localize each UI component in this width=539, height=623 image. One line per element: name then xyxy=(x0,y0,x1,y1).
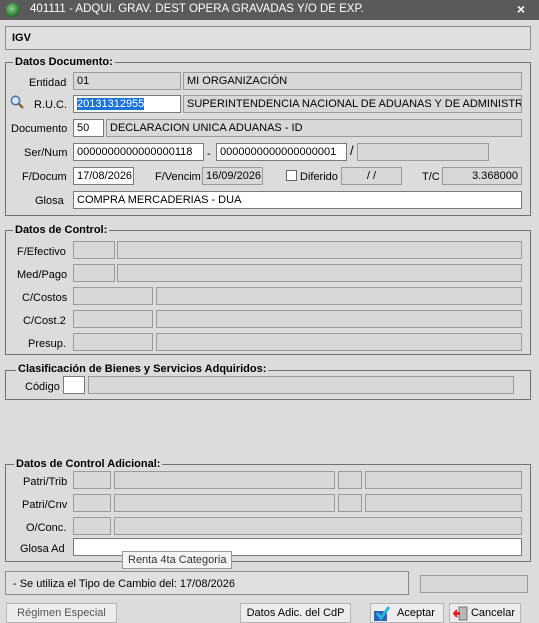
tc-field: 3.368000 xyxy=(442,167,522,185)
cancelar-label: Cancelar xyxy=(470,607,516,619)
entidad-name-field: MI ORGANIZACIÓN xyxy=(183,72,522,90)
glosa-input[interactable]: COMPRA MERCADERIAS - DUA xyxy=(73,191,522,209)
ccostos-desc-field xyxy=(156,287,522,305)
aceptar-label: Aceptar xyxy=(397,607,435,619)
entidad-code-field[interactable]: 01 xyxy=(73,72,181,90)
fefectivo-desc-field xyxy=(117,241,522,259)
aceptar-icon xyxy=(374,606,391,621)
datos-control-title: Datos de Control: xyxy=(13,224,110,237)
aceptar-button[interactable]: Aceptar xyxy=(370,603,444,623)
medpago-code-field[interactable] xyxy=(73,264,115,282)
search-icon[interactable] xyxy=(10,95,24,109)
datos-documento-title: Datos Documento: xyxy=(13,56,115,69)
codigo-label: Código xyxy=(25,381,60,393)
diferido-label: Diferido xyxy=(300,171,338,183)
sernum-slash: / xyxy=(350,143,354,158)
diferido-date-field[interactable]: / / xyxy=(341,167,402,185)
patritrib-code2-field[interactable] xyxy=(338,471,362,489)
regimen-especial-button[interactable]: Régimen Especial xyxy=(6,603,117,623)
glosa-label: Glosa xyxy=(35,195,64,207)
codigo-desc-field xyxy=(88,376,514,394)
documento-code-input[interactable]: 50 xyxy=(73,119,104,137)
title-bar: 401111 - ADQUI. GRAV. DEST OPERA GRAVADA… xyxy=(0,0,539,20)
ccostos-label: C/Costos xyxy=(22,292,68,304)
ccostos-code-field[interactable] xyxy=(73,287,153,305)
ruc-label: R.U.C. xyxy=(34,99,67,111)
diferido-checkbox[interactable] xyxy=(286,170,297,181)
oconc-code-field[interactable] xyxy=(73,517,111,535)
fvencim-label: F/Vencim xyxy=(155,171,201,183)
ruc-value: 20131312955 xyxy=(77,98,145,110)
tc-label: T/C xyxy=(422,171,440,183)
status-box: - Se utiliza el Tipo de Cambio del: 17/0… xyxy=(5,571,409,595)
documento-name-field: DECLARACION UNICA ADUANAS - ID xyxy=(106,119,522,137)
fdocum-label: F/Docum xyxy=(22,171,67,183)
datos-control-adicional-title: Datos de Control Adicional: xyxy=(14,458,163,471)
clasificacion-title: Clasificación de Bienes y Servicios Adqu… xyxy=(16,363,269,376)
ruc-name-field: SUPERINTENDENCIA NACIONAL DE ADUANAS Y D… xyxy=(183,95,522,113)
fdocum-input[interactable]: 17/08/2026 xyxy=(73,167,134,185)
patricnv-desc-field xyxy=(114,494,335,512)
medpago-label: Med/Pago xyxy=(17,269,68,281)
presup-label: Presup. xyxy=(28,338,66,350)
presup-code-field[interactable] xyxy=(73,333,153,351)
datos-adic-cdp-button[interactable]: Datos Adic. del CdP xyxy=(240,603,351,623)
close-icon[interactable]: × xyxy=(517,1,525,17)
status-extra-field xyxy=(420,575,528,593)
numero-input[interactable]: 0000000000000000001 xyxy=(216,143,347,161)
patritrib-label: Patri/Trib xyxy=(23,476,68,488)
cancelar-button[interactable]: Cancelar xyxy=(449,603,521,623)
entidad-label: Entidad xyxy=(29,77,67,89)
app-logo-icon xyxy=(6,3,20,17)
renta-tooltip: Renta 4ta Categoria xyxy=(122,551,233,569)
medpago-desc-field xyxy=(117,264,522,282)
fvencim-field[interactable]: 16/09/2026 xyxy=(202,167,263,185)
ccost2-code-field[interactable] xyxy=(73,310,153,328)
patricnv-label: Patri/Cnv xyxy=(22,499,68,511)
serie-input[interactable]: 0000000000000000118 xyxy=(73,143,204,161)
ccost2-label: C/Cost.2 xyxy=(23,315,66,327)
tax-type-box: IGV xyxy=(5,26,531,50)
ccost2-desc-field xyxy=(156,310,522,328)
sernum-extra-field[interactable] xyxy=(357,143,489,161)
ruc-input[interactable]: 20131312955 xyxy=(73,95,181,113)
oconc-desc-field xyxy=(114,517,522,535)
patritrib-code-field[interactable] xyxy=(73,471,111,489)
window-title: 401111 - ADQUI. GRAV. DEST OPERA GRAVADA… xyxy=(30,3,364,15)
fefectivo-label: F/Efectivo xyxy=(17,246,66,258)
patritrib-desc2-field xyxy=(365,471,522,489)
codigo-input[interactable] xyxy=(63,376,85,394)
status-text: - Se utiliza el Tipo de Cambio del: 17/0… xyxy=(13,578,235,590)
patricnv-code2-field[interactable] xyxy=(338,494,362,512)
patricnv-desc2-field xyxy=(365,494,522,512)
dialog-window: 401111 - ADQUI. GRAV. DEST OPERA GRAVADA… xyxy=(0,0,539,623)
oconc-label: O/Conc. xyxy=(26,522,67,534)
glosaad-label: Glosa Ad xyxy=(20,543,65,555)
patritrib-desc-field xyxy=(114,471,335,489)
cancelar-icon xyxy=(453,606,468,621)
sernum-dash: - xyxy=(207,148,211,160)
tax-type-label: IGV xyxy=(12,32,31,44)
fefectivo-code-field[interactable] xyxy=(73,241,115,259)
documento-label: Documento xyxy=(11,123,68,135)
patricnv-code-field[interactable] xyxy=(73,494,111,512)
sernum-label: Ser/Num xyxy=(24,147,68,159)
presup-desc-field xyxy=(156,333,522,351)
